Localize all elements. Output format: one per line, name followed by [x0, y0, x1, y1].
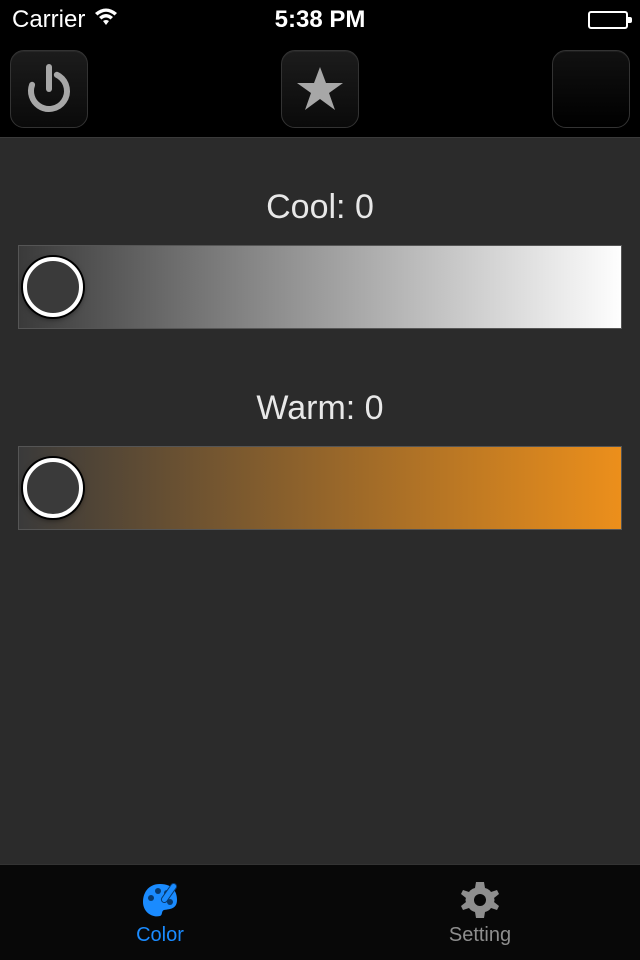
tab-setting[interactable]: Setting	[320, 865, 640, 960]
toolbar	[0, 40, 640, 138]
tab-setting-label: Setting	[449, 924, 511, 947]
time-label: 5:38 PM	[275, 6, 366, 34]
cool-slider-thumb[interactable]	[23, 257, 83, 317]
battery-icon	[588, 11, 628, 29]
gear-icon	[458, 878, 502, 922]
cool-slider-group: Cool: 0	[18, 188, 622, 329]
cool-slider[interactable]	[18, 245, 622, 329]
status-right	[588, 11, 628, 29]
warm-slider-group: Warm: 0	[18, 389, 622, 530]
power-button[interactable]	[10, 50, 88, 128]
warm-slider[interactable]	[18, 446, 622, 530]
tab-color[interactable]: Color	[0, 865, 320, 960]
status-bar: Carrier 5:38 PM	[0, 0, 640, 40]
wifi-icon	[93, 6, 119, 34]
tab-bar: Color Setting	[0, 864, 640, 960]
cool-label: Cool: 0	[18, 188, 622, 227]
status-left: Carrier	[12, 6, 119, 34]
star-icon	[292, 61, 348, 117]
palette-icon	[138, 878, 182, 922]
tab-color-label: Color	[136, 924, 184, 947]
content: Cool: 0 Warm: 0	[0, 138, 640, 530]
blank-button[interactable]	[552, 50, 630, 128]
power-icon	[21, 61, 77, 117]
warm-slider-thumb[interactable]	[23, 458, 83, 518]
carrier-label: Carrier	[12, 6, 85, 34]
warm-label: Warm: 0	[18, 389, 622, 428]
favorite-button[interactable]	[281, 50, 359, 128]
